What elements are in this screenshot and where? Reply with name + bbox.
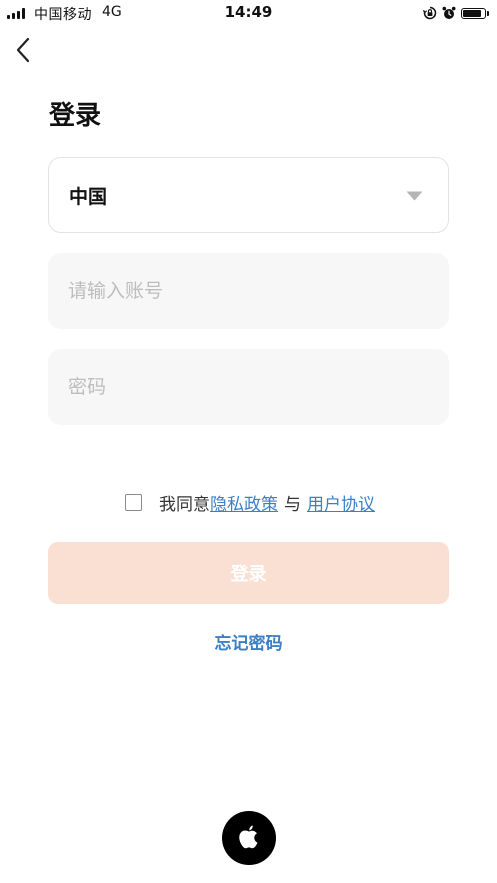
user-agreement-link[interactable]: 用户协议: [307, 490, 375, 515]
agreement-checkbox[interactable]: [125, 493, 142, 511]
caret-down-icon: [406, 191, 423, 201]
forgot-password-link[interactable]: 忘记密码: [0, 629, 497, 654]
apple-login-button[interactable]: [222, 811, 276, 865]
agreement-text: 我同意: [159, 494, 210, 515]
agreement-row: 我同意 隐私政策 与 用户协议: [125, 490, 375, 515]
battery-cap: [487, 10, 489, 16]
account-field-container: [48, 253, 449, 329]
back-button[interactable]: [12, 36, 36, 64]
status-icons: [423, 5, 489, 21]
password-field-container: [48, 349, 449, 425]
page-title: 登录: [49, 101, 102, 131]
alarm-icon: [442, 6, 456, 19]
country-value: 中国: [69, 186, 108, 208]
country-select[interactable]: 中国: [48, 157, 449, 233]
orientation-lock-icon: [423, 6, 437, 20]
login-screen: 中国移动 4G 14:49 登录 中国 请输入账号 我同意 隐私政策 与 用户协…: [0, 0, 497, 883]
login-button[interactable]: 登录: [48, 542, 449, 604]
apple-logo-icon: [239, 825, 258, 849]
password-input[interactable]: [48, 349, 449, 425]
chevron-left-icon: [16, 37, 30, 63]
account-input[interactable]: [48, 253, 449, 329]
status-bar: 中国移动 4G 14:49: [0, 0, 497, 26]
agreement-conjunction: 与: [284, 494, 301, 515]
privacy-policy-link[interactable]: 隐私政策: [210, 490, 278, 515]
battery-icon: [461, 7, 486, 19]
